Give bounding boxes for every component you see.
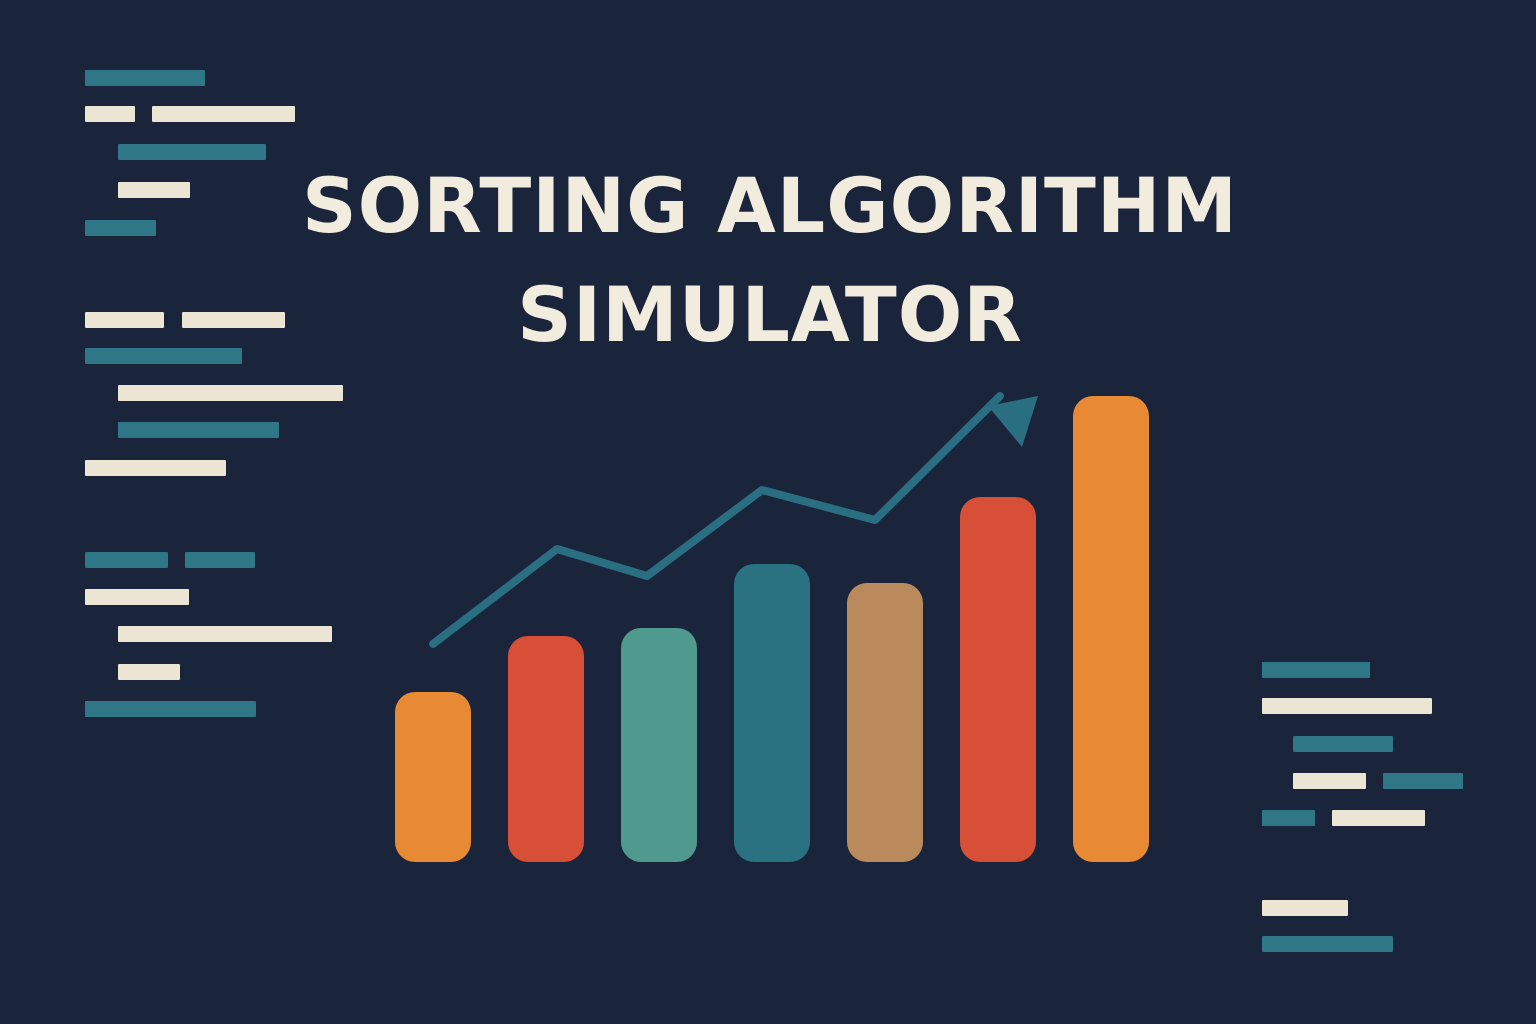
bar-1	[395, 692, 471, 862]
bar-4	[734, 564, 810, 862]
bar-6	[960, 497, 1036, 862]
bar-3	[621, 628, 697, 862]
bars-group	[395, 396, 1149, 862]
poster-canvas: SORTING ALGORITHM SIMULATOR	[0, 0, 1536, 1024]
bar-5	[847, 583, 923, 862]
bar-2	[508, 636, 584, 862]
bar-7	[1073, 396, 1149, 862]
bar-chart	[395, 392, 1149, 862]
